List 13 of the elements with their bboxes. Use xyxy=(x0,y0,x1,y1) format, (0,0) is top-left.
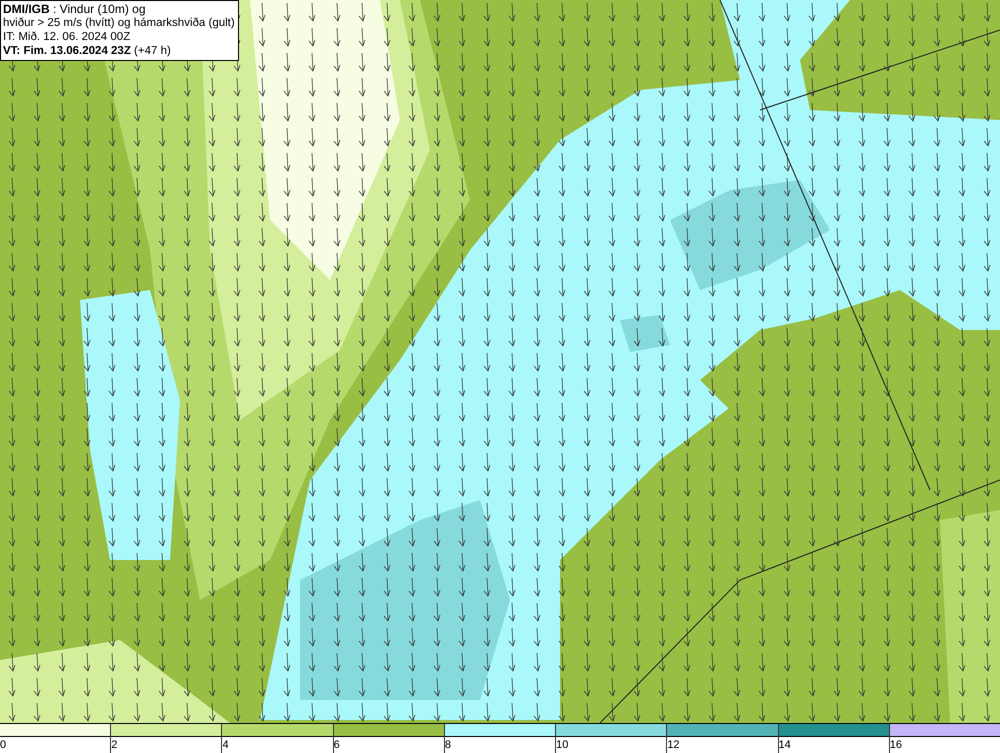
scale-label: 4 xyxy=(222,738,229,752)
info-text: DMI/IGB : Vindur (10m) og xyxy=(3,2,146,16)
scale-label: 0 xyxy=(0,738,6,752)
scale-label: 12 xyxy=(667,738,680,752)
scale-label: 6 xyxy=(334,738,340,752)
info-text: hviður > 25 m/s (hvítt) og hámarkshviða (gult) xyxy=(3,16,235,30)
scale-label: 2 xyxy=(111,738,118,752)
info-text: IT: Mið. 12. 06. 2024 00Z xyxy=(3,30,132,44)
scale-label: 8 xyxy=(444,738,451,752)
scale-label: 14 xyxy=(778,738,791,752)
info-text: VT: Fim. 13.06.2024 23Z (+47 h) xyxy=(3,44,172,58)
scale-label: 16 xyxy=(890,738,902,752)
scale-label: 10 xyxy=(556,738,568,752)
